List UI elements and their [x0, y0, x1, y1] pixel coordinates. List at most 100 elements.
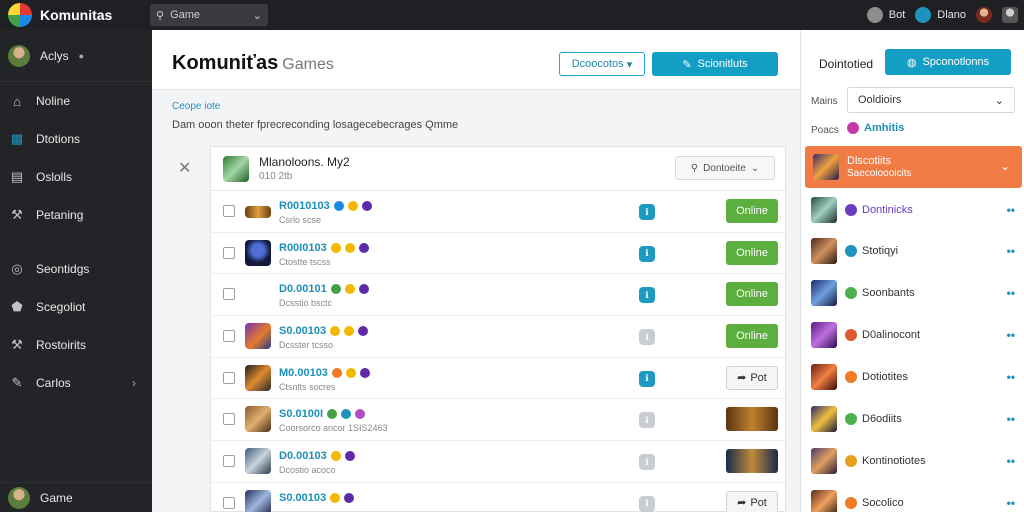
- search-value: Game: [170, 9, 201, 21]
- more-options-icon[interactable]: ••: [1007, 412, 1015, 426]
- tool-icon: ✎: [11, 375, 23, 390]
- user-avatar[interactable]: [976, 7, 992, 23]
- table-row[interactable]: D0.00101 Dcsstio bsctc ℹ Online: [211, 274, 785, 317]
- sidebar-item-tools[interactable]: ⚒ Petaning: [0, 196, 152, 234]
- row-checkbox[interactable]: [223, 205, 235, 217]
- info-icon[interactable]: ℹ: [639, 370, 655, 387]
- panel-item[interactable]: Dontinicks ••: [811, 196, 1021, 224]
- panel-select[interactable]: Ooldioirs ⌄: [847, 87, 1015, 113]
- row-checkbox[interactable]: [223, 246, 235, 259]
- sidebar-user[interactable]: Aclys ●: [0, 30, 152, 82]
- row-name: D0.00101: [279, 283, 369, 295]
- item-icon: [845, 371, 857, 383]
- status-badge[interactable]: Online: [726, 282, 778, 307]
- row-checkbox[interactable]: [223, 371, 235, 384]
- game-thumbnail: [811, 197, 837, 223]
- item-icon: [845, 455, 857, 467]
- table-row[interactable]: R00I0103 Ctostte tscss ℹ Online: [211, 233, 785, 275]
- topbar-item-bot[interactable]: Bot: [866, 7, 906, 23]
- post-button[interactable]: ➦ Pot: [726, 490, 778, 512]
- info-icon[interactable]: ℹ: [639, 329, 655, 346]
- row-checkbox[interactable]: [223, 413, 235, 426]
- sidebar-item-reports[interactable]: ⚒ Rostoirits: [0, 326, 152, 364]
- more-options-icon[interactable]: ••: [1007, 203, 1015, 217]
- panel-filter[interactable]: Amhitis: [847, 122, 904, 134]
- info-icon[interactable]: ℹ: [639, 245, 655, 262]
- panel-item[interactable]: Dotiotites ••: [811, 363, 1021, 391]
- chevron-down-icon[interactable]: ⌄: [1000, 159, 1010, 173]
- search-input[interactable]: ⚲ Game ⌄: [150, 4, 268, 26]
- panel-item[interactable]: D6odiits ••: [811, 405, 1021, 433]
- button-label: Dcoocotos: [571, 58, 624, 70]
- sidebar-item-label: Noline: [36, 94, 71, 108]
- panel-item-active[interactable]: Dlscotiits Saecoioooicits ⌄: [805, 146, 1022, 188]
- more-options-icon[interactable]: ••: [1007, 454, 1015, 468]
- row-checkbox[interactable]: [223, 288, 235, 301]
- sidebar-item-home[interactable]: ⌂ Noline: [0, 82, 152, 120]
- sidebar-item-chat[interactable]: ▤ Oslolls: [0, 158, 152, 196]
- sidebar-item-settings[interactable]: ◎ Seontidgs: [0, 250, 152, 288]
- sidebar-item-users[interactable]: ▩ Dtotions: [0, 120, 152, 158]
- topbar-item-label: Bot: [888, 9, 906, 21]
- status-badge[interactable]: Online: [726, 324, 778, 349]
- close-icon[interactable]: ✕: [178, 158, 191, 178]
- table-row[interactable]: S0.00103 Dcsster tcsso ℹ Online: [211, 316, 785, 358]
- sidebar-item-security[interactable]: ⬟ Scegoliot: [0, 288, 152, 326]
- primary-action-button[interactable]: ✎ Scionitluts: [652, 52, 778, 76]
- sidebar-item-carlos[interactable]: ✎ Carlos ›: [0, 364, 152, 402]
- more-options-icon[interactable]: ••: [1007, 370, 1015, 384]
- table-row[interactable]: D0.00103 Dcostio acoco ℹ: [211, 441, 785, 483]
- game-banner-image[interactable]: [726, 407, 778, 432]
- status-badge[interactable]: Online: [726, 240, 778, 265]
- row-name-text: S0.0100I: [279, 408, 324, 421]
- filter-dropdown[interactable]: ⚲ Dontoeite ⌄: [675, 156, 775, 180]
- emoji-icon: [344, 242, 355, 253]
- panel-item[interactable]: Stotiqyi ••: [811, 237, 1021, 265]
- more-options-icon[interactable]: ••: [1007, 496, 1015, 510]
- status-icon: [344, 451, 355, 462]
- top-right-actions: Bot Dlano: [866, 7, 1018, 23]
- panel-item[interactable]: Kontinotiotes ••: [811, 447, 1021, 475]
- emoji-icon: [330, 451, 341, 462]
- panel-action-button[interactable]: ◍ Spconotlonns: [885, 49, 1011, 75]
- status-badge[interactable]: Online: [726, 199, 778, 223]
- wrench-icon: ⚒: [11, 207, 23, 222]
- page-title-text: Komuniťas: [172, 52, 279, 74]
- table-row[interactable]: M0.00103 Ctsnlts socres ℹ ➦ Pot: [211, 358, 785, 400]
- topbar-item-label: Dlano: [937, 9, 966, 21]
- topbar-item-language[interactable]: Dlano: [915, 7, 966, 23]
- row-name-text: M0.00103: [279, 366, 328, 379]
- app-logo-icon[interactable]: [8, 3, 32, 27]
- game-banner-image[interactable]: [726, 449, 778, 474]
- info-icon[interactable]: ℹ: [639, 287, 655, 304]
- table-row[interactable]: R0010103 Csrlo scse ℹ Online: [211, 191, 785, 233]
- documents-dropdown-button[interactable]: Dcoocotos ▾: [559, 52, 645, 76]
- table-header: Mlanoloons. My2 010 2tb ⚲ Dontoeite ⌄: [211, 147, 785, 191]
- avatar: [8, 486, 30, 509]
- panel-item[interactable]: Soonbants ••: [811, 279, 1021, 307]
- right-panel: Dointotied ◍ Spconotlonns Mains Ooldioir…: [800, 30, 1024, 512]
- info-icon[interactable]: ℹ: [639, 204, 655, 220]
- info-icon[interactable]: ℹ: [639, 412, 655, 429]
- row-checkbox[interactable]: [223, 330, 235, 343]
- row-checkbox[interactable]: [223, 496, 235, 509]
- table-row[interactable]: S0.0100I Coorsorco ancor 1SIS2463 ℹ: [211, 399, 785, 442]
- post-button[interactable]: ➦ Pot: [726, 365, 778, 390]
- game-thumbnail: [811, 280, 837, 306]
- table-row[interactable]: S0.00103 ℹ ➦ Pot: [211, 483, 785, 512]
- panel-item[interactable]: D0alinocont ••: [811, 321, 1021, 349]
- info-icon[interactable]: ℹ: [639, 495, 655, 512]
- more-options-icon[interactable]: ••: [1007, 286, 1015, 300]
- panel-item[interactable]: Socolico ••: [811, 489, 1021, 512]
- more-options-icon[interactable]: ••: [1007, 244, 1015, 258]
- status-icon: [344, 492, 355, 503]
- row-checkbox[interactable]: [223, 455, 235, 468]
- row-name-text: D0.00101: [279, 283, 327, 296]
- chevron-down-icon[interactable]: ⌄: [253, 9, 262, 22]
- sidebar-bottom-user[interactable]: Game: [0, 482, 152, 512]
- breadcrumb[interactable]: Ceope iote: [172, 101, 220, 112]
- profile-avatar[interactable]: [1002, 7, 1018, 23]
- game-thumbnail: [813, 154, 839, 180]
- info-icon[interactable]: ℹ: [639, 454, 655, 471]
- more-options-icon[interactable]: ••: [1007, 328, 1015, 342]
